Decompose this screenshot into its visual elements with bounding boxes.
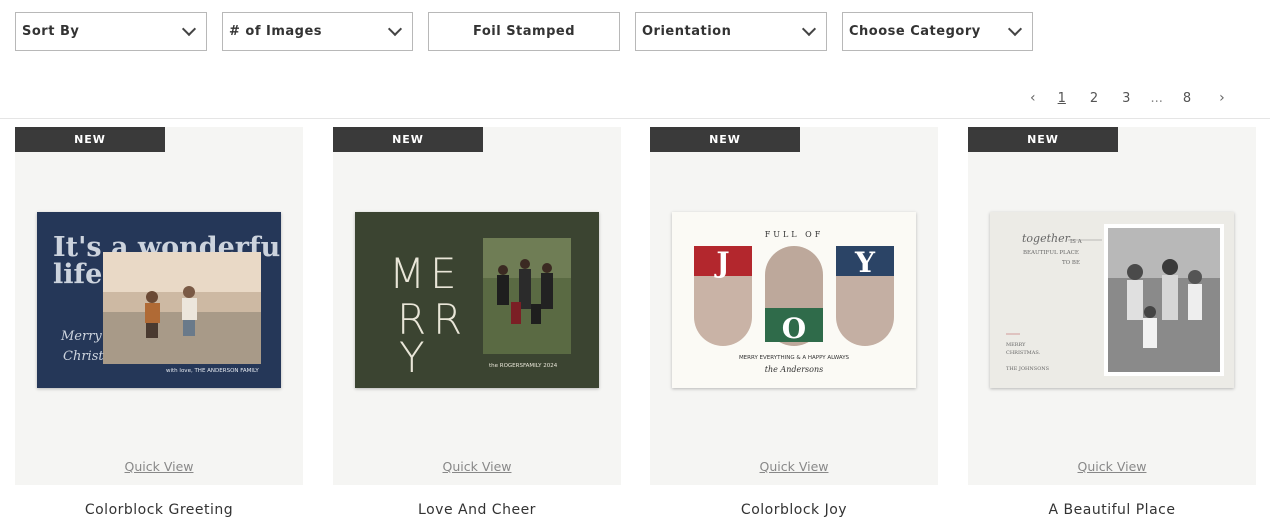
chevron-down-icon <box>801 21 817 37</box>
page-link-3[interactable]: 3 <box>1122 91 1130 106</box>
new-badge: NEW <box>15 127 165 152</box>
love-and-cheer-art: ME RR Y the ROGERSFAMILY 2024 <box>389 238 571 382</box>
svg-text:J: J <box>713 246 729 279</box>
svg-text:E: E <box>430 249 457 298</box>
orientation-label: Orientation <box>642 24 732 39</box>
svg-text:MERRY: MERRY <box>1006 342 1026 348</box>
new-badge: NEW <box>968 127 1118 152</box>
svg-text:R: R <box>433 295 462 344</box>
product-name[interactable]: Love And Cheer <box>333 502 621 518</box>
quick-view-link[interactable]: Quick View <box>650 459 938 474</box>
product-card[interactable]: NEW ME RR Y the ROGERSFAMILY 2024 Quick … <box>333 127 621 485</box>
page-link-1[interactable]: 1 <box>1058 91 1066 106</box>
svg-text:M: M <box>389 249 425 298</box>
colorblock-greeting-art: It's a wonderful life Merry Christ with … <box>53 232 281 374</box>
svg-text:THE JOHNSONS: THE JOHNSONS <box>1006 366 1050 372</box>
product-card[interactable]: NEW FULL OF J O Y MERRY EVERYTHING & A H… <box>650 127 938 485</box>
chevron-down-icon <box>181 21 197 37</box>
joy-top-text: FULL OF <box>765 230 824 239</box>
quick-view-link[interactable]: Quick View <box>15 459 303 474</box>
page-link-8[interactable]: 8 <box>1183 91 1191 106</box>
num-images-dropdown[interactable]: # of Images <box>222 12 413 51</box>
svg-text:with love, THE ANDERSON FAMILY: with love, THE ANDERSON FAMILY <box>166 368 259 374</box>
product-name[interactable]: Colorblock Greeting <box>15 502 303 518</box>
product-name[interactable]: A Beautiful Place <box>968 502 1256 518</box>
chevron-down-icon <box>1007 21 1023 37</box>
svg-text:O: O <box>782 312 806 345</box>
quick-view-link[interactable]: Quick View <box>968 459 1256 474</box>
foil-stamped-button[interactable]: Foil Stamped <box>428 12 620 51</box>
product-name[interactable]: Colorblock Joy <box>650 502 938 518</box>
orientation-dropdown[interactable]: Orientation <box>635 12 827 51</box>
category-dropdown[interactable]: Choose Category <box>842 12 1033 51</box>
svg-text:CHRISTMAS.: CHRISTMAS. <box>1006 350 1041 356</box>
svg-text:MERRY EVERYTHING & A HAPPY ALW: MERRY EVERYTHING & A HAPPY ALWAYS <box>739 355 850 361</box>
product-image[interactable]: It's a wonderful life Merry Christ with … <box>37 212 281 388</box>
product-card[interactable]: NEW It's a wonderful life Merry Christ w… <box>15 127 303 485</box>
new-badge: NEW <box>333 127 483 152</box>
svg-text:IS A: IS A <box>1070 239 1083 245</box>
foil-stamped-label: Foil Stamped <box>472 24 576 39</box>
svg-text:Merry: Merry <box>60 329 102 344</box>
colorblock-joy-art: FULL OF J O Y MERRY EVERYTHING & A HAPPY… <box>694 230 894 374</box>
product-image[interactable]: ME RR Y the ROGERSFAMILY 2024 <box>355 212 599 388</box>
product-card[interactable]: NEW together IS A BEAUTIFUL PLACE TO BE … <box>968 127 1256 485</box>
svg-text:Christ: Christ <box>63 349 104 364</box>
svg-text:Y: Y <box>854 246 876 279</box>
svg-text:BEAUTIFUL PLACE: BEAUTIFUL PLACE <box>1023 250 1079 256</box>
chevron-down-icon <box>387 21 403 37</box>
svg-text:the ROGERSFAMILY 2024: the ROGERSFAMILY 2024 <box>489 363 558 369</box>
sort-by-label: Sort By <box>22 24 80 39</box>
category-label: Choose Category <box>849 24 981 39</box>
product-image[interactable]: together IS A BEAUTIFUL PLACE TO BE MERR… <box>990 212 1234 388</box>
pagination: ‹ 1 2 3 ... 8 › <box>1030 88 1225 108</box>
card-headline-2: life <box>53 259 102 290</box>
prev-page-icon[interactable]: ‹ <box>1030 90 1036 106</box>
svg-text:together: together <box>1022 232 1071 245</box>
next-page-icon[interactable]: › <box>1219 90 1225 106</box>
svg-text:TO BE: TO BE <box>1062 260 1080 266</box>
a-beautiful-place-art: together IS A BEAUTIFUL PLACE TO BE MERR… <box>1006 224 1224 376</box>
divider <box>0 118 1270 119</box>
quick-view-link[interactable]: Quick View <box>333 459 621 474</box>
new-badge: NEW <box>650 127 800 152</box>
num-images-label: # of Images <box>229 24 323 39</box>
page-link-2[interactable]: 2 <box>1090 91 1098 106</box>
svg-text:the Andersons: the Andersons <box>765 365 823 374</box>
page-ellipsis: ... <box>1150 90 1163 106</box>
sort-by-dropdown[interactable]: Sort By <box>15 12 207 51</box>
svg-text:Y: Y <box>399 333 425 382</box>
product-image[interactable]: FULL OF J O Y MERRY EVERYTHING & A HAPPY… <box>672 212 916 388</box>
